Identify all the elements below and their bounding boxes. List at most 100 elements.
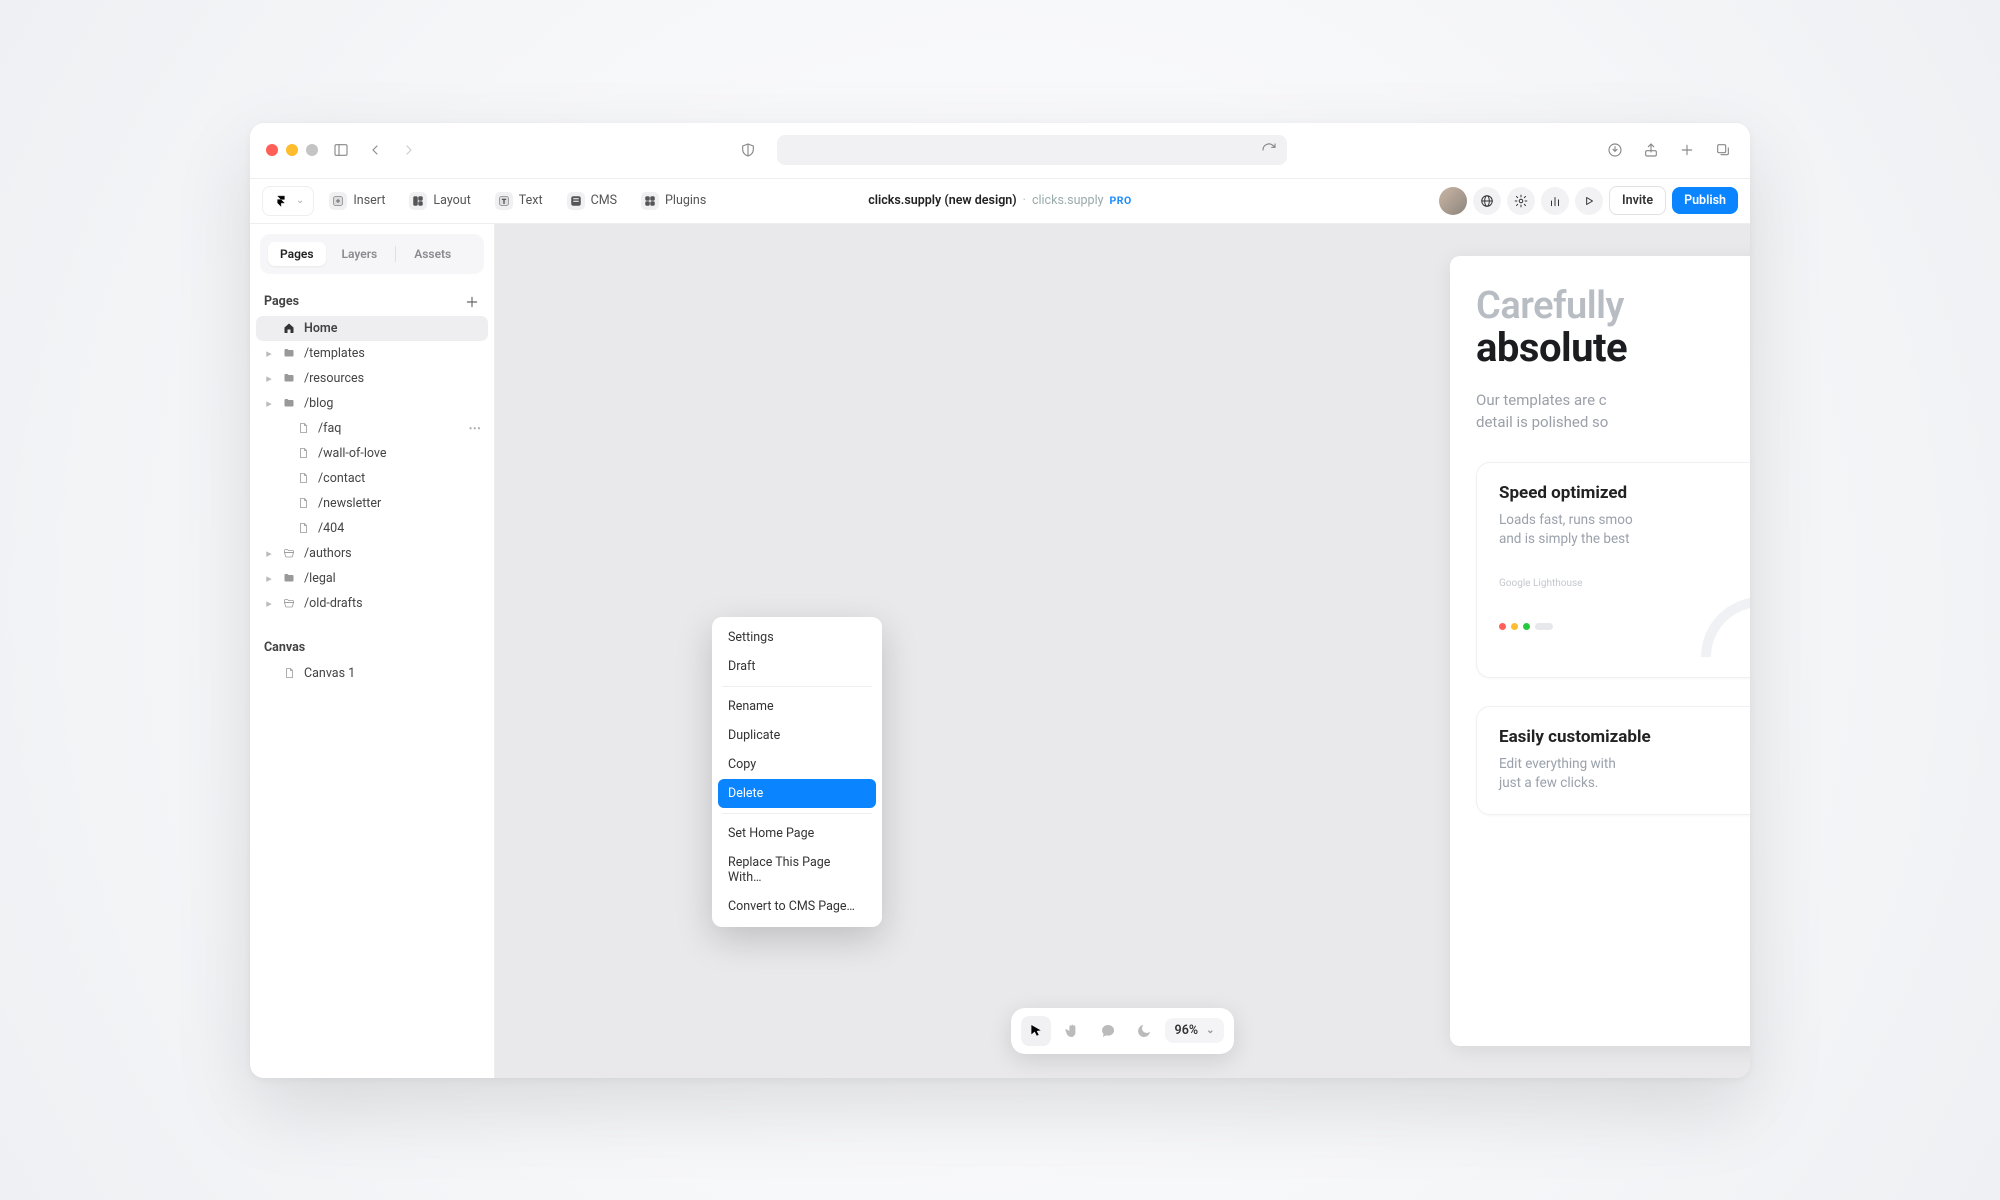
globe-icon[interactable]: [1473, 187, 1501, 215]
app-window: ⌄ Insert Layout T Text CMS Plugins: [250, 123, 1750, 1078]
page-row[interactable]: /contact: [256, 466, 488, 491]
menu-item[interactable]: Delete: [718, 779, 876, 808]
layout-tool[interactable]: Layout: [400, 187, 479, 215]
downloads-icon[interactable]: [1604, 139, 1626, 161]
page-row[interactable]: Home: [256, 316, 488, 341]
page-row[interactable]: ▸/templates: [256, 341, 488, 366]
share-icon[interactable]: [1640, 139, 1662, 161]
page-label: /old-drafts: [304, 596, 363, 611]
chevron-right-icon: ▸: [264, 347, 274, 360]
page-preview: Carefully absolute Our templates are c d…: [1450, 256, 1750, 1046]
menu-item[interactable]: Set Home Page: [718, 819, 876, 848]
page-label: /resources: [304, 371, 364, 386]
chevron-down-icon: ⌄: [1206, 1025, 1214, 1036]
insert-tool[interactable]: Insert: [320, 187, 394, 215]
app-menu[interactable]: ⌄: [262, 186, 314, 216]
gauge-dots-icon: [1499, 623, 1553, 630]
folder-icon: [282, 346, 296, 360]
page-row[interactable]: /wall-of-love: [256, 441, 488, 466]
page-icon: [296, 521, 310, 535]
project-title[interactable]: clicks.supply (new design) · clicks.supp…: [868, 193, 1132, 208]
project-name: clicks.supply (new design): [868, 193, 1016, 208]
invite-button[interactable]: Invite: [1609, 186, 1666, 215]
cms-label: CMS: [591, 193, 617, 208]
menu-item[interactable]: Settings: [718, 623, 876, 652]
sidebar-tabs: Pages Layers Assets: [260, 234, 484, 274]
page-icon: [282, 666, 296, 680]
gauge-arc-icon: 1: [1701, 597, 1750, 657]
reload-icon[interactable]: [1261, 142, 1277, 158]
project-domain: clicks.supply: [1032, 193, 1104, 208]
chevron-down-icon: ⌄: [296, 195, 304, 206]
tab-assets[interactable]: Assets: [402, 242, 463, 266]
canvas-area[interactable]: Carefully absolute Our templates are c d…: [495, 224, 1750, 1078]
tab-pages[interactable]: Pages: [268, 242, 326, 266]
chevron-right-icon: ▸: [264, 372, 274, 385]
add-page-icon[interactable]: [464, 294, 480, 310]
cms-tool[interactable]: CMS: [558, 187, 626, 215]
zoom-value: 96%: [1175, 1023, 1199, 1038]
menu-item[interactable]: Rename: [718, 692, 876, 721]
settings-gear-icon[interactable]: [1507, 187, 1535, 215]
svg-text:T: T: [502, 197, 506, 205]
pages-tree: Home▸/templates▸/resources▸/blog/faq⋯/wa…: [250, 316, 494, 626]
play-preview-icon[interactable]: [1575, 187, 1603, 215]
page-row[interactable]: ▸/authors: [256, 541, 488, 566]
nav-back-icon[interactable]: [364, 139, 386, 161]
page-row[interactable]: /faq⋯: [256, 416, 488, 441]
folder-icon: [282, 396, 296, 410]
tabs-overview-icon[interactable]: [1712, 139, 1734, 161]
layout-label: Layout: [433, 193, 470, 208]
minimize-window-icon[interactable]: [286, 144, 298, 156]
page-context-menu: SettingsDraft RenameDuplicateCopyDelete Se…: [712, 617, 882, 927]
page-row[interactable]: ▸/legal: [256, 566, 488, 591]
privacy-shield-icon[interactable]: [737, 139, 759, 161]
menu-item[interactable]: Duplicate: [718, 721, 876, 750]
close-window-icon[interactable]: [266, 144, 278, 156]
menu-item[interactable]: Replace This Page With…: [718, 848, 876, 892]
open-folder-icon: [282, 596, 296, 610]
chevron-right-icon: ▸: [264, 597, 274, 610]
analytics-icon[interactable]: [1541, 187, 1569, 215]
menu-separator: [722, 813, 872, 814]
chevron-right-icon: ▸: [264, 572, 274, 585]
menu-item[interactable]: Copy: [718, 750, 876, 779]
menu-item[interactable]: Draft: [718, 652, 876, 681]
page-row[interactable]: ▸/blog: [256, 391, 488, 416]
home-icon: [282, 321, 296, 335]
plugins-tool[interactable]: Plugins: [632, 187, 715, 215]
page-icon: [296, 471, 310, 485]
hand-tool-icon[interactable]: [1057, 1016, 1087, 1046]
open-folder-icon: [282, 546, 296, 560]
more-options-icon[interactable]: ⋯: [469, 420, 483, 436]
dark-mode-toggle-icon[interactable]: [1129, 1016, 1159, 1046]
address-bar[interactable]: [777, 135, 1287, 165]
folder-icon: [282, 571, 296, 585]
canvas-section-label: Canvas: [250, 626, 494, 661]
hero-subtext: Our templates are c detail is polished s…: [1476, 389, 1750, 434]
browser-titlebar: [250, 123, 1750, 179]
avatar[interactable]: [1439, 187, 1467, 215]
zoom-control[interactable]: 96% ⌄: [1165, 1018, 1225, 1043]
page-icon: [296, 446, 310, 460]
framer-logo-icon: [272, 192, 290, 210]
text-tool[interactable]: T Text: [486, 187, 552, 215]
publish-button[interactable]: Publish: [1672, 187, 1738, 214]
feature-card-customizable: Easily customizable Edit everything with…: [1476, 706, 1750, 815]
sidebar-toggle-icon[interactable]: [330, 139, 352, 161]
tab-layers[interactable]: Layers: [330, 242, 390, 266]
menu-item[interactable]: Convert to CMS Page…: [718, 892, 876, 921]
page-row[interactable]: /newsletter: [256, 491, 488, 516]
plus-square-icon: [329, 192, 347, 210]
canvas-row[interactable]: Canvas 1: [256, 661, 488, 686]
folder-icon: [282, 371, 296, 385]
page-label: Home: [304, 321, 338, 336]
nav-forward-icon[interactable]: [398, 139, 420, 161]
new-tab-icon[interactable]: [1676, 139, 1698, 161]
page-row[interactable]: /404: [256, 516, 488, 541]
maximize-window-icon[interactable]: [306, 144, 318, 156]
page-row[interactable]: ▸ /old-drafts: [256, 591, 488, 616]
comment-tool-icon[interactable]: [1093, 1016, 1123, 1046]
cursor-tool-icon[interactable]: [1021, 1016, 1051, 1046]
page-row[interactable]: ▸ /resources: [256, 366, 488, 391]
